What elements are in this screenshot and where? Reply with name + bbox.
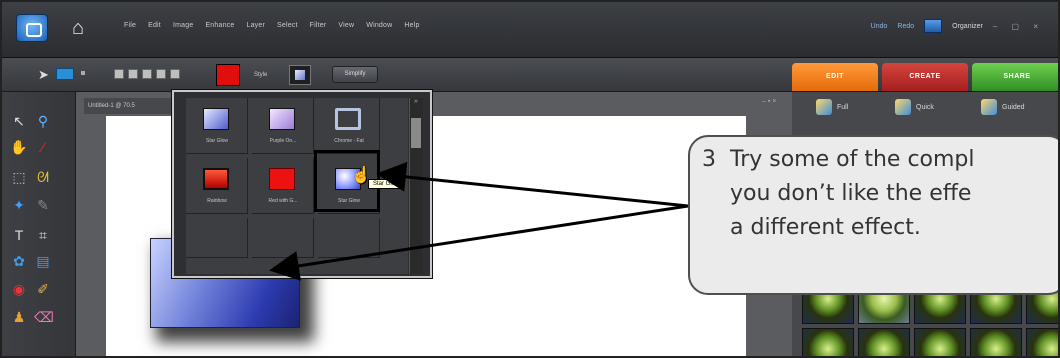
menu-filter[interactable]: Filter	[310, 22, 327, 29]
instruction-callout: 3 Try some of the compl you don’t like t…	[688, 135, 1058, 295]
menu-bar: ⌂ File Edit Image Enhance Layer Select F…	[2, 2, 1058, 58]
lasso-tool-icon[interactable]: ᘛ	[34, 168, 52, 186]
style-preview	[269, 168, 295, 190]
undo-button[interactable]: Undo	[871, 23, 888, 30]
callout-line-2: you don’t like the effe	[730, 181, 972, 206]
style-swatch[interactable]	[318, 218, 380, 258]
straighten-tool-icon[interactable]: ▤	[34, 252, 52, 270]
style-label: Purple On...	[269, 138, 297, 144]
redo-button[interactable]: Redo	[897, 23, 914, 30]
type-tool-icon[interactable]: T	[10, 226, 28, 244]
move-tool-icon[interactable]: ↖	[10, 112, 28, 130]
hand-tool-icon[interactable]: ✋	[10, 138, 28, 156]
healing-brush-icon[interactable]: ✐	[34, 280, 52, 298]
menu-layer[interactable]: Layer	[246, 22, 265, 29]
callout-line-1: Try some of the compl	[730, 147, 975, 172]
red-eye-tool-icon[interactable]: ◉	[10, 280, 28, 298]
style-tooltip: Star Glow	[368, 179, 405, 189]
style-picker-button[interactable]	[289, 65, 311, 85]
document-tab[interactable]: Untitled-1 @ 70.5	[84, 98, 174, 114]
style-label: Chrome - Fat	[334, 138, 364, 144]
menu-right-tools: Undo Redo Organizer – ▢ ×	[871, 19, 1044, 33]
style-swatch[interactable]: Red with G...	[252, 158, 314, 214]
effect-thumbnail[interactable]	[914, 328, 966, 356]
popup-menu-icon[interactable]: »	[414, 98, 418, 105]
style-swatch[interactable]: Purple On...	[252, 98, 314, 154]
edit-mode-full[interactable]: Full	[816, 99, 848, 115]
marquee-tool-icon[interactable]: ⬚	[10, 168, 28, 186]
edit-mode-quick[interactable]: Quick	[895, 99, 934, 115]
edit-mode-full-label: Full	[837, 103, 849, 111]
edit-mode-guided[interactable]: Guided	[981, 99, 1025, 115]
shape-tool-icon[interactable]	[56, 68, 74, 80]
panel-minimize-icon[interactable]: – ▪ ×	[762, 98, 776, 105]
style-label: Red with G...	[268, 198, 298, 204]
organizer-button[interactable]: Organizer	[952, 23, 983, 30]
tab-share[interactable]: SHARE	[972, 63, 1058, 91]
mode-intersect-icon[interactable]	[156, 69, 166, 79]
menu-help[interactable]: Help	[404, 22, 419, 29]
edit-mode-quick-label: Quick	[916, 103, 934, 111]
simplify-button[interactable]: Simplify	[332, 66, 378, 83]
menu-view[interactable]: View	[338, 22, 354, 29]
quick-edit-icon	[895, 99, 911, 115]
menu-image[interactable]: Image	[173, 22, 193, 29]
cookie-cutter-icon[interactable]: ✿	[10, 252, 28, 270]
main-menu: File Edit Image Enhance Layer Select Fil…	[124, 22, 420, 29]
organizer-icon[interactable]	[924, 19, 943, 33]
edit-mode-guided-label: Guided	[1002, 103, 1025, 111]
step-number: 3	[702, 147, 716, 172]
menu-window[interactable]: Window	[366, 22, 392, 29]
full-edit-icon	[816, 99, 832, 115]
shape-mode-buttons	[114, 69, 180, 79]
style-label: Style	[254, 72, 268, 78]
style-swatch[interactable]: Chrome - Fat	[318, 98, 380, 154]
effect-thumbnail[interactable]	[1026, 328, 1058, 356]
style-label: Rainbow	[207, 198, 227, 204]
style-preview	[203, 168, 229, 190]
style-swatch[interactable]: Star Glow	[186, 98, 248, 154]
style-preview	[335, 108, 361, 130]
eyedropper-icon[interactable]: ⁄	[34, 138, 52, 156]
style-label: Star Glow	[206, 138, 228, 144]
toolbox: ↖ ⚲ ✋ ⁄ ⬚ ᘛ ✦ ✎ T ⌗ ✿ ▤ ◉ ✐ ♟ ⌫	[2, 92, 76, 356]
clone-stamp-icon[interactable]: ♟	[10, 308, 28, 326]
tab-create[interactable]: CREATE	[882, 63, 968, 91]
menu-edit[interactable]: Edit	[148, 22, 161, 29]
eraser-tool-icon[interactable]: ⌫	[34, 308, 54, 326]
style-swatch[interactable]	[186, 218, 248, 258]
tab-edit[interactable]: EDIT	[792, 63, 878, 91]
style-scrollbar-thumb[interactable]	[411, 118, 421, 148]
menu-select[interactable]: Select	[277, 22, 298, 29]
app-window: ⌂ File Edit Image Enhance Layer Select F…	[0, 0, 1060, 358]
effect-thumbnail[interactable]	[802, 328, 854, 356]
style-preview	[269, 108, 295, 130]
effect-thumbnail[interactable]	[858, 328, 910, 356]
window-controls[interactable]: – ▢ ×	[993, 22, 1044, 31]
menu-enhance[interactable]: Enhance	[205, 22, 234, 29]
crop-tool-icon[interactable]: ⌗	[34, 226, 52, 244]
callout-line-3: a different effect.	[730, 215, 921, 240]
mode-new-icon[interactable]	[114, 69, 124, 79]
style-swatch[interactable]	[252, 218, 314, 258]
guided-edit-icon	[981, 99, 997, 115]
magic-wand-icon[interactable]: ✦	[10, 196, 28, 214]
app-logo-icon[interactable]	[16, 14, 48, 42]
zoom-tool-icon[interactable]: ⚲	[34, 112, 52, 130]
mode-add-icon[interactable]	[128, 69, 138, 79]
move-arrow-icon[interactable]: ➤	[38, 67, 52, 83]
style-swatch[interactable]: Rainbow	[186, 158, 248, 214]
home-icon[interactable]: ⌂	[66, 16, 90, 40]
effect-thumbnail[interactable]	[970, 328, 1022, 356]
menu-file[interactable]: File	[124, 22, 136, 29]
dropdown-dot-icon[interactable]	[81, 71, 85, 75]
mode-subtract-icon[interactable]	[142, 69, 152, 79]
color-swatch[interactable]	[216, 64, 240, 86]
mode-exclude-icon[interactable]	[170, 69, 180, 79]
style-preview	[203, 108, 229, 130]
selection-brush-icon[interactable]: ✎	[34, 196, 52, 214]
